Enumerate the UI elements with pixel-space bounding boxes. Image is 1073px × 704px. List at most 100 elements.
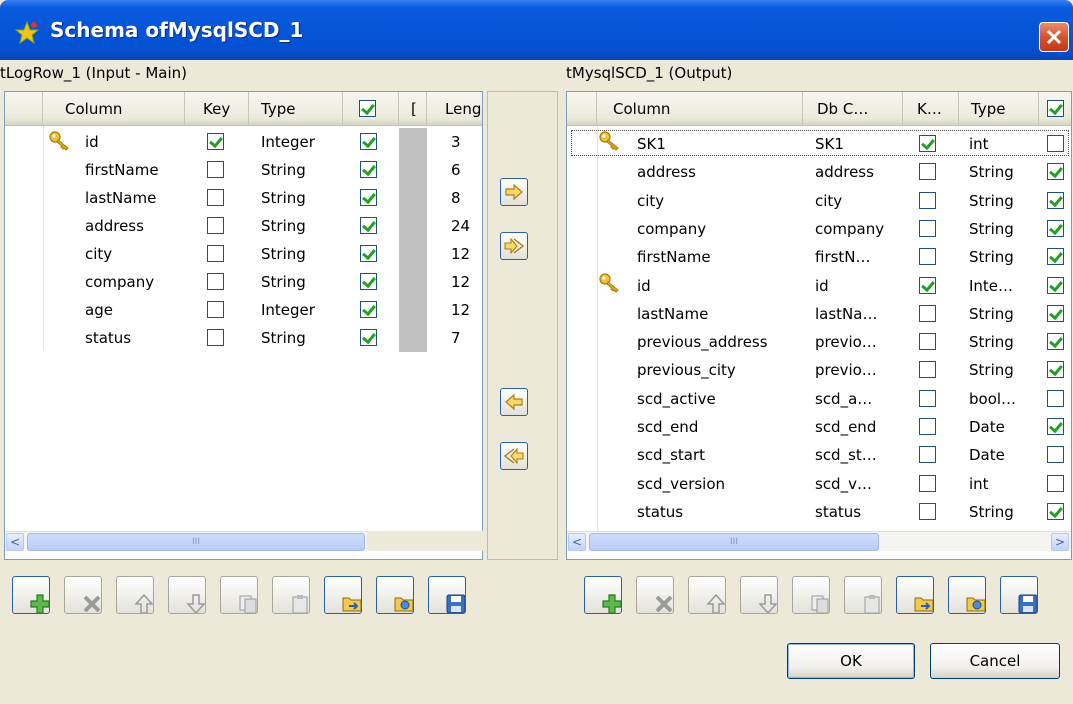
table-row[interactable]: scd_version scd_v… int (567, 470, 1071, 498)
type-cell[interactable]: Integer (261, 296, 341, 324)
column-name-cell[interactable]: city (637, 187, 799, 215)
key-checkbox[interactable] (919, 276, 936, 294)
table-row[interactable]: id Integer 3 (5, 128, 482, 156)
nullable-checkbox[interactable] (1047, 135, 1064, 152)
column-header[interactable]: Column (43, 92, 185, 126)
length-cell[interactable]: 12 (451, 296, 481, 324)
nullable-header[interactable] (1039, 92, 1073, 126)
key-checkbox[interactable] (207, 133, 224, 150)
db-column-cell[interactable]: firstN… (815, 243, 901, 271)
table-row[interactable]: scd_start scd_st… Date (567, 441, 1071, 469)
export-button[interactable] (376, 576, 414, 614)
scroll-thumb[interactable]: III (589, 533, 879, 551)
copy-left-button[interactable] (500, 388, 528, 416)
type-cell[interactable]: Inte… (969, 272, 1035, 300)
nullable-checkbox[interactable] (1047, 304, 1064, 322)
add-button[interactable] (12, 576, 50, 614)
default-header[interactable]: [ (399, 92, 427, 126)
column-header[interactable]: Column (597, 92, 803, 126)
paste-button[interactable] (272, 576, 310, 614)
column-name-cell[interactable]: id (637, 272, 799, 300)
nullable-checkbox[interactable] (1047, 333, 1064, 351)
length-header[interactable]: Leng (427, 92, 484, 126)
column-name-cell[interactable]: scd_active (637, 385, 799, 413)
input-hscrollbar[interactable]: < III (5, 531, 367, 551)
key-checkbox[interactable] (207, 273, 224, 290)
key-header[interactable]: K… (903, 92, 959, 126)
input-schema-table[interactable]: Column Key Type [ Leng id Integer 3 firstNa… (4, 91, 484, 560)
import-button[interactable] (324, 576, 362, 614)
table-row[interactable]: lastName lastNa… String (567, 300, 1071, 328)
key-checkbox[interactable] (919, 502, 936, 520)
type-cell[interactable]: String (969, 158, 1035, 186)
table-row[interactable]: company company String (567, 215, 1071, 243)
key-checkbox[interactable] (919, 304, 936, 322)
table-row[interactable]: company String 12 (5, 268, 482, 296)
type-cell[interactable]: String (969, 187, 1035, 215)
nullable-checkbox[interactable] (360, 217, 377, 234)
length-cell[interactable]: 7 (451, 324, 481, 352)
column-name-cell[interactable]: firstName (85, 156, 185, 184)
db-column-header[interactable]: Db C… (803, 92, 903, 126)
table-row[interactable]: address String 24 (5, 212, 482, 240)
key-checkbox[interactable] (919, 219, 936, 237)
table-row[interactable]: status status String (567, 498, 1071, 526)
key-checkbox[interactable] (919, 163, 936, 181)
nullable-checkbox[interactable] (1047, 361, 1064, 379)
db-column-cell[interactable]: address (815, 158, 901, 186)
table-row[interactable]: SK1 SK1 int (567, 130, 1071, 158)
table-row[interactable]: id id Inte… (567, 272, 1071, 300)
nullable-checkbox[interactable] (360, 273, 377, 290)
column-name-cell[interactable]: address (637, 158, 799, 186)
db-column-cell[interactable]: scd_end (815, 413, 901, 441)
delete-button[interactable] (64, 576, 102, 614)
copy-right-button[interactable] (500, 178, 528, 206)
db-column-cell[interactable]: previo… (815, 328, 901, 356)
column-name-cell[interactable]: scd_start (637, 441, 799, 469)
nullable-checkbox[interactable] (360, 329, 377, 346)
column-name-cell[interactable]: lastName (637, 300, 799, 328)
key-checkbox[interactable] (919, 333, 936, 351)
nullable-checkbox[interactable] (1047, 219, 1064, 237)
key-checkbox[interactable] (919, 361, 936, 379)
output-schema-table[interactable]: Column Db C… K… Type SK1 SK1 int address add… (566, 91, 1072, 560)
table-row[interactable]: status String 7 (5, 324, 482, 352)
table-row[interactable]: city String 12 (5, 240, 482, 268)
db-column-cell[interactable]: previo… (815, 356, 901, 384)
key-checkbox[interactable] (207, 217, 224, 234)
scroll-right-button[interactable]: > (1051, 533, 1069, 551)
title-bar[interactable]: Schema ofMysqlSCD_1 (0, 0, 1073, 60)
type-cell[interactable]: String (261, 240, 341, 268)
key-checkbox[interactable] (207, 329, 224, 346)
column-name-cell[interactable]: previous_address (637, 328, 799, 356)
move-up-button[interactable] (688, 576, 726, 614)
copy-button[interactable] (220, 576, 258, 614)
type-cell[interactable]: String (969, 498, 1035, 526)
move-down-button[interactable] (168, 576, 206, 614)
length-cell[interactable]: 6 (451, 156, 481, 184)
key-checkbox[interactable] (207, 161, 224, 178)
nullable-checkbox[interactable] (1047, 163, 1064, 181)
save-button[interactable] (428, 576, 466, 614)
move-up-button[interactable] (116, 576, 154, 614)
copy-all-right-button[interactable] (500, 232, 528, 260)
ok-button[interactable]: OK (787, 643, 915, 679)
export-button[interactable] (948, 576, 986, 614)
delete-button[interactable] (636, 576, 674, 614)
table-row[interactable]: firstName String 6 (5, 156, 482, 184)
db-column-cell[interactable]: scd_st… (815, 441, 901, 469)
table-row[interactable]: lastName String 8 (5, 184, 482, 212)
column-name-cell[interactable]: previous_city (637, 356, 799, 384)
column-name-cell[interactable]: SK1 (637, 130, 799, 158)
column-name-cell[interactable]: firstName (637, 243, 799, 271)
type-cell[interactable]: Date (969, 413, 1035, 441)
db-column-cell[interactable]: id (815, 272, 901, 300)
column-name-cell[interactable]: address (85, 212, 185, 240)
nullable-checkbox[interactable] (1047, 191, 1064, 209)
column-name-cell[interactable]: id (85, 128, 185, 156)
db-column-cell[interactable]: status (815, 498, 901, 526)
type-cell[interactable]: String (969, 215, 1035, 243)
nullable-checkbox[interactable] (360, 189, 377, 206)
key-checkbox[interactable] (919, 418, 936, 435)
cancel-button[interactable]: Cancel (930, 643, 1060, 679)
